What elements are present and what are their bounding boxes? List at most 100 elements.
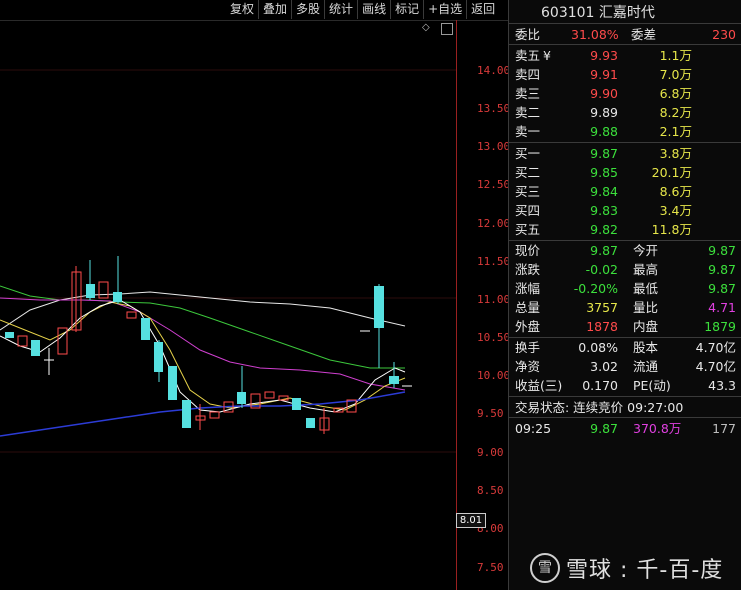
tick-price: 9.87 [590, 421, 618, 436]
kline-chart-area[interactable]: 复权 叠加 多股 统计 画线 标记 +自选 返回 ◇ 14.00 13.50 1… [0, 0, 511, 590]
xueqiu-watermark: 雪 雪球 : 千-百-度 [530, 552, 723, 584]
stat-label: 量比 [633, 300, 659, 315]
bid-row-3[interactable]: 买三 9.84 8.6万 [509, 182, 741, 201]
watermark-text: 雪球 : 千-百-度 [566, 558, 724, 583]
divider [509, 396, 741, 397]
stat-label: 最高 [633, 262, 659, 277]
stat-row: 现价 9.87 今开 9.87 [509, 241, 741, 260]
candle [141, 318, 150, 340]
ask-price: 9.91 [590, 67, 618, 82]
stat-label: 涨跌 [515, 262, 541, 277]
stat-value: 1879 [704, 319, 736, 334]
stat-label: 流通 [633, 359, 659, 374]
stat-label: PE(动) [633, 378, 671, 393]
weibi-value: 31.08% [571, 27, 619, 42]
stat-value: 4.70亿 [695, 340, 736, 355]
ask-label: 卖二 [515, 105, 541, 120]
stat-row: 涨幅 -0.20% 最低 9.87 [509, 279, 741, 298]
stat-label: 现价 [515, 243, 541, 258]
ma-line-yellow [0, 301, 406, 411]
stat-value: 43.3 [708, 378, 736, 393]
candle [5, 332, 14, 338]
tick-amount: 370.8万 [633, 421, 682, 436]
weibi-row: 委比 31.08% 委差 230 [509, 25, 741, 44]
ask-row-4[interactable]: 卖四 9.91 7.0万 [509, 65, 741, 84]
tick-row[interactable]: 09:25 9.87 370.8万 177 [509, 419, 741, 438]
bid-label: 买二 [515, 165, 541, 180]
bid-volume: 3.4万 [659, 203, 692, 218]
stat-value: 9.87 [708, 281, 736, 296]
stat2-row: 收益(三) 0.170 PE(动) 43.3 [509, 376, 741, 395]
stat-row: 总量 3757 量比 4.71 [509, 298, 741, 317]
ask-price: 9.89 [590, 105, 618, 120]
bid-price: 9.87 [590, 146, 618, 161]
stat-label: 净资 [515, 359, 541, 374]
candle [31, 340, 40, 356]
ask-volume: 6.8万 [659, 86, 692, 101]
stat-value: 9.87 [590, 243, 618, 258]
ma-line-thin-white [0, 299, 406, 413]
stat-value: 9.87 [708, 262, 736, 277]
candle [17, 335, 28, 347]
ask-price: 9.93 [590, 48, 618, 63]
candle [98, 281, 109, 299]
weibi-label: 委比 [515, 27, 541, 42]
y-tick-label: 13.00 [477, 140, 511, 153]
stat-value: 3.02 [590, 359, 618, 374]
candle [86, 284, 95, 298]
bid-price: 9.82 [590, 222, 618, 237]
ask-label: 卖五 [515, 48, 541, 63]
tick-time: 09:25 [515, 421, 552, 436]
ask-volume: 1.1万 [659, 48, 692, 63]
candle [182, 400, 191, 428]
bid-volume: 8.6万 [659, 184, 692, 199]
candle [389, 376, 399, 384]
back-button[interactable]: 返回 [466, 0, 499, 19]
candle [292, 398, 301, 410]
snowball-icon: 雪 [530, 553, 560, 583]
y-tick-label: 10.50 [477, 331, 511, 344]
bid-volume: 11.8万 [651, 222, 692, 237]
y-tick-label: 10.00 [477, 369, 511, 382]
stat2-row: 净资 3.02 流通 4.70亿 [509, 357, 741, 376]
bid-price: 9.83 [590, 203, 618, 218]
candle [237, 392, 246, 404]
stat-value: 0.08% [578, 340, 618, 355]
stat-label: 收益(三) [515, 378, 563, 393]
divider [509, 44, 741, 45]
y-tick-label: 12.00 [477, 217, 511, 230]
y-tick-label: 13.50 [477, 102, 511, 115]
stat-value: 3757 [586, 300, 618, 315]
bid-label: 买四 [515, 203, 541, 218]
bid-volume: 20.1万 [651, 165, 692, 180]
ask-row-5[interactable]: 卖五 ¥ 9.93 1.1万 [509, 46, 741, 65]
bid-label: 买五 [515, 222, 541, 237]
ask-row-1[interactable]: 卖一 9.88 2.1万 [509, 122, 741, 141]
bid-row-5[interactable]: 买五 9.82 11.8万 [509, 220, 741, 239]
stat-value: 4.70亿 [695, 359, 736, 374]
stat-row: 外盘 1878 内盘 1879 [509, 317, 741, 336]
stat-label: 外盘 [515, 319, 541, 334]
stat-value: 4.71 [708, 300, 736, 315]
ask-label: 卖四 [515, 67, 541, 82]
ask-row-2[interactable]: 卖二 9.89 8.2万 [509, 103, 741, 122]
candle [264, 391, 275, 399]
stat-label: 股本 [633, 340, 659, 355]
trade-status: 交易状态: 连续竞价 09:27:00 [515, 400, 684, 415]
y-tick-label: 8.50 [477, 484, 504, 497]
bid-row-2[interactable]: 买二 9.85 20.1万 [509, 163, 741, 182]
candlestick-plot [0, 69, 456, 453]
ask-row-3[interactable]: 卖三 9.90 6.8万 [509, 84, 741, 103]
candle [113, 292, 122, 302]
candle [168, 366, 177, 400]
stat-label: 内盘 [633, 319, 659, 334]
bid-row-1[interactable]: 买一 9.87 3.8万 [509, 144, 741, 163]
weicha-label: 委差 [631, 27, 657, 42]
stat-value: -0.02 [585, 262, 618, 277]
ask-label: 卖一 [515, 124, 541, 139]
y-tick-label: 9.50 [477, 407, 504, 420]
tick-count: 177 [712, 421, 736, 436]
stat-value: 0.170 [582, 378, 618, 393]
bid-row-4[interactable]: 买四 9.83 3.4万 [509, 201, 741, 220]
bid-price: 9.85 [590, 165, 618, 180]
